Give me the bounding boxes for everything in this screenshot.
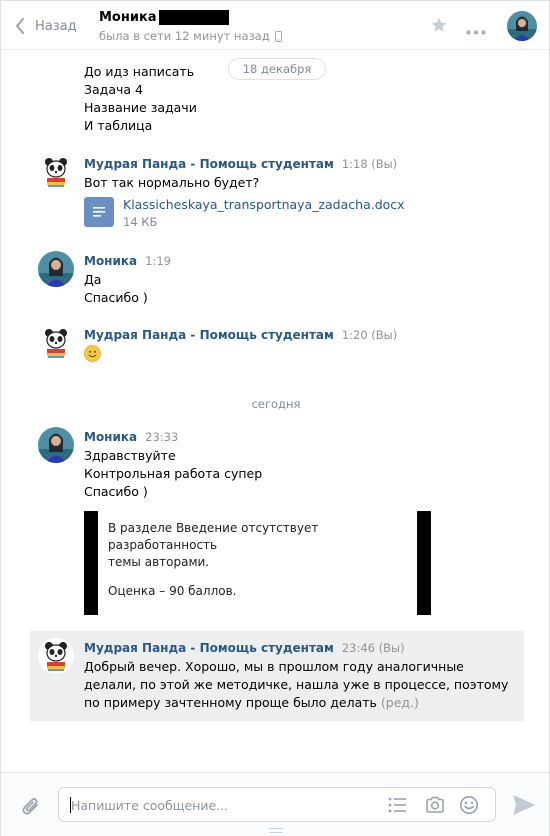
message-author[interactable]: Мудрая Панда - Помощь студентам 1:20 (Вы… <box>84 328 397 342</box>
peer-avatar[interactable] <box>507 11 537 41</box>
document-icon[interactable] <box>84 197 114 227</box>
peer-status-text: была в сети 12 минут назад <box>99 29 270 43</box>
message-composer <box>1 772 549 836</box>
date-separator: 18 декабря <box>228 58 326 80</box>
message-text: Вот так нормально будет? <box>84 175 260 190</box>
message-text: Здравствуйте <box>84 448 176 463</box>
message-author[interactable]: Мудрая Панда - Помощь студентам 1:18 (Вы… <box>84 157 397 171</box>
paperclip-icon[interactable] <box>21 795 41 820</box>
message-author[interactable]: Мудрая Панда - Помощь студентам 23:46 (В… <box>84 641 405 655</box>
author-name: Мудрая Панда - Помощь студентам <box>84 157 334 171</box>
photo-content: В разделе Введение отсутствует разработа… <box>98 511 417 615</box>
peer-message-avatar[interactable] <box>38 251 74 287</box>
author-name: Мудрая Панда - Помощь студентам <box>84 641 334 655</box>
message-time[interactable]: 1:18 (Вы) <box>342 157 397 171</box>
message-author[interactable]: Моника 1:19 <box>84 254 171 268</box>
message-text: Спасибо ) <box>84 290 148 305</box>
message-time[interactable]: 1:19 <box>145 254 171 268</box>
author-name: Мудрая Панда - Помощь студентам <box>84 328 334 342</box>
peer-message-avatar[interactable] <box>38 427 74 463</box>
attached-photo[interactable]: В разделе Введение отсутствует разработа… <box>84 511 431 615</box>
emoji-icon[interactable] <box>459 795 479 818</box>
peer-status: была в сети 12 минут назад <box>99 29 282 43</box>
author-name: Моника <box>84 430 138 444</box>
redaction-bar <box>158 10 229 25</box>
message-text: Спасибо ) <box>84 484 148 499</box>
date-separator: сегодня <box>251 397 301 411</box>
peer-name[interactable]: Моника <box>99 10 229 25</box>
message-text: До идз написать <box>84 64 195 79</box>
chevron-left-icon <box>16 18 24 34</box>
message-text: Контрольная работа супер <box>84 466 263 481</box>
document-size: 14 КБ <box>123 215 158 229</box>
back-button[interactable]: Назад <box>15 16 77 36</box>
message-text: по примеру зачтенному проще было делать … <box>84 694 419 712</box>
back-label: Назад <box>35 18 77 34</box>
document-attachment[interactable]: Klassicheskaya_transportnaya_zadacha.doc… <box>84 197 405 229</box>
message-input-box[interactable] <box>58 787 496 822</box>
star-icon[interactable] <box>430 16 448 37</box>
photo-text-line: Оценка – 90 баллов. <box>108 584 237 598</box>
more-icon[interactable] <box>466 23 486 38</box>
peer-name-text: Моника <box>99 10 157 25</box>
message-author[interactable]: Моника 23:33 <box>84 430 178 444</box>
panda-avatar[interactable] <box>38 154 74 190</box>
photo-text-line: темы авторами. <box>108 555 210 569</box>
document-name-link[interactable]: Klassicheskaya_transportnaya_zadacha.doc… <box>123 197 405 212</box>
camera-icon[interactable] <box>425 796 445 817</box>
message-text: Название задачи <box>84 100 197 115</box>
photo-text-line: В разделе Введение отсутствует разработа… <box>108 521 319 552</box>
message-time[interactable]: 1:20 (Вы) <box>342 328 397 342</box>
send-icon[interactable] <box>513 795 535 818</box>
message-text: Добрый вечер. Хорошо, мы в прошлом году … <box>84 659 464 674</box>
message-time[interactable]: 23:33 <box>145 430 178 444</box>
mobile-phone-icon <box>274 30 282 42</box>
message-text: Задача 4 <box>84 82 143 97</box>
message-text: Да <box>84 272 102 287</box>
panda-avatar[interactable] <box>38 638 74 674</box>
chat-header: Назад Моника была в сети 12 минут назад <box>1 1 549 50</box>
message-input[interactable] <box>71 796 371 814</box>
message-time[interactable]: 23:46 (Вы) <box>342 641 405 655</box>
message-text: И таблица <box>84 118 153 133</box>
message-text: делали, по этой же методичке, нашла уже … <box>84 677 509 692</box>
smile-emoji-icon <box>84 345 101 362</box>
message-text-part: по примеру зачтенному проще было делать <box>84 695 377 710</box>
author-name: Моника <box>84 254 138 268</box>
panda-avatar[interactable] <box>38 325 74 361</box>
chat-window: Назад Моника была в сети 12 минут назад … <box>0 0 550 836</box>
resize-handle[interactable] <box>269 828 283 833</box>
template-list-icon[interactable] <box>388 797 406 816</box>
edited-marker: (ред.) <box>380 695 419 710</box>
